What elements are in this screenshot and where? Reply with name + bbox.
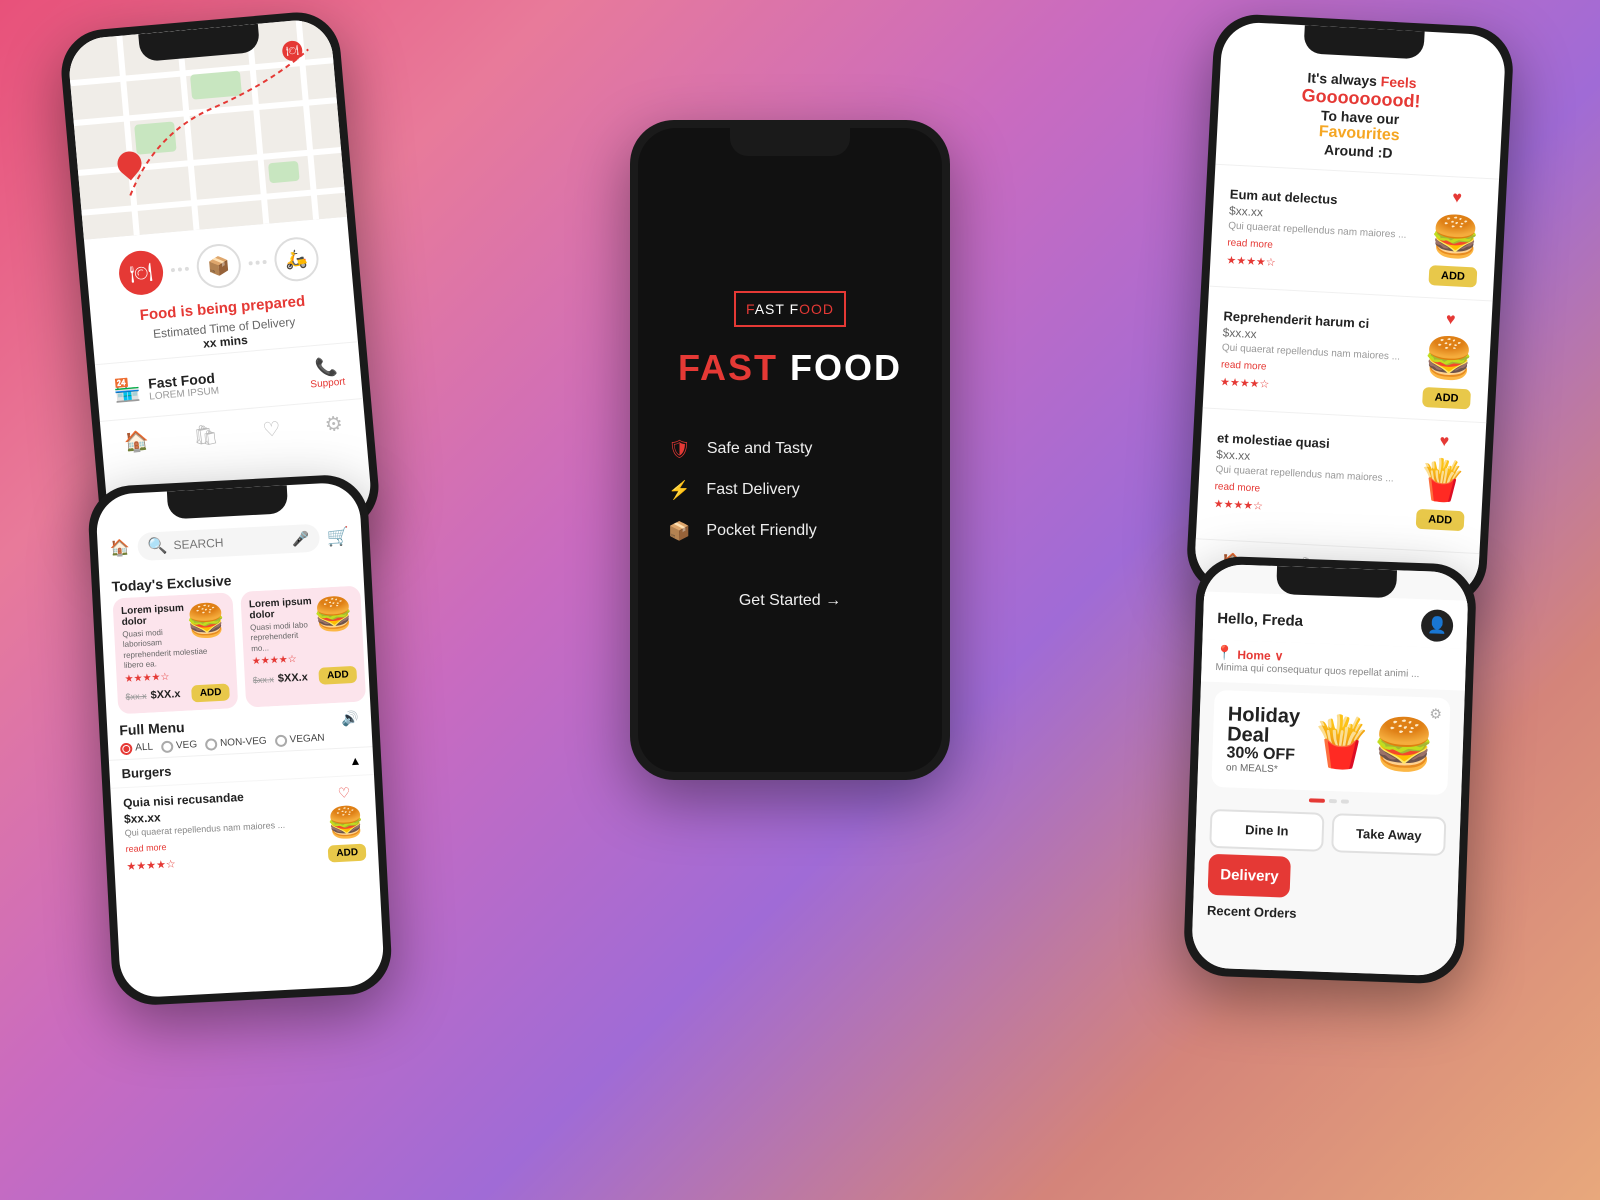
notch5 (1276, 566, 1397, 598)
mic-icon[interactable]: 🎤 (291, 530, 309, 548)
burger-img-2: 🍔 (313, 594, 355, 634)
splash-features: 🛡 Safe and Tasty ⚡ Fast Delivery 📦 Pocke… (668, 439, 912, 542)
dot-2 (1329, 799, 1337, 803)
phone-home: Hello, Freda 👤 📍 Home ∨ Minima qui conse… (1183, 555, 1477, 985)
location-label[interactable]: Home ∨ (1237, 645, 1284, 663)
exclusive-card-1: 🍔 Lorem ipsum dolor Quasi modi laboriosa… (112, 592, 238, 714)
splash-content: FAST FOOD FAST FOOD 🛡 Safe and Tasty ⚡ F… (638, 128, 942, 772)
nav-bag-icon[interactable]: 🛍 (192, 422, 219, 449)
expand-icon[interactable]: ▲ (349, 754, 362, 769)
support-label: Support (310, 376, 346, 390)
add-food-3[interactable]: ADD (1416, 509, 1465, 531)
nav-settings-icon[interactable]: ⚙ (324, 411, 344, 437)
shield-icon: 🛡 (668, 439, 691, 460)
food-img-1: 🍔 (1429, 212, 1481, 262)
splash-title: FAST FOOD (678, 347, 902, 389)
greeting-text: Hello, Freda (1217, 609, 1303, 629)
holiday-banner: HolidayDeal 30% OFF on MEALS* 🍟🍔 ⚙ (1211, 690, 1450, 795)
food-item-2: Reprehenderit harum ci $xx.xx Qui quaera… (1203, 286, 1493, 423)
dine-in-button[interactable]: Dine In (1209, 809, 1324, 852)
exclusive-card-2: 🍔 Lorem ipsum dolor Quasi modi labo repr… (240, 586, 366, 708)
feature-fast: ⚡ Fast Delivery (668, 480, 912, 501)
dot-3 (1341, 799, 1349, 803)
foodlist-content: It's always Feels Gooooooood! To have ou… (1193, 21, 1506, 599)
phone-splash: FAST FOOD FAST FOOD 🛡 Safe and Tasty ⚡ F… (630, 120, 950, 780)
splash-logo: FAST FOOD (734, 291, 846, 327)
phone1-screen: 🍽 🍽 📦 🛵 Food is being prepared Estimated… (67, 17, 374, 542)
menu-item-row: Quia nisi recusandae $xx.xx Qui quaerat … (110, 774, 379, 882)
cart-icon-menu[interactable]: 🛒 (327, 526, 350, 548)
burger-img-1: 🍔 (185, 601, 227, 641)
menu-content: 🏠 🔍 🎤 🛒 Today's Exclusive 🍔 Lorem ipsum … (95, 481, 385, 998)
search-input[interactable] (173, 532, 286, 552)
home-content: Hello, Freda 👤 📍 Home ∨ Minima qui conse… (1191, 564, 1469, 977)
phone-menu: 🏠 🔍 🎤 🛒 Today's Exclusive 🍔 Lorem ipsum … (87, 473, 394, 1007)
add-food-2[interactable]: ADD (1422, 387, 1471, 409)
exclusive-cards: 🍔 Lorem ipsum dolor Quasi modi laboriosa… (100, 585, 370, 714)
restaurant-info: 🏪 Fast Food LOREM IPSUM (112, 369, 219, 405)
filter-vegan[interactable]: VEGAN (274, 732, 325, 747)
step-restaurant: 🍽 (117, 249, 165, 297)
food-item-1: Eum aut delectus $xx.xx Qui quaerat repe… (1209, 164, 1499, 301)
get-started-button[interactable]: Get Started → (739, 592, 841, 610)
phone-foodlist: It's always Feels Gooooooood! To have ou… (1185, 13, 1515, 608)
promo-header: It's always Feels Gooooooood! To have ou… (1215, 53, 1504, 179)
nav-home-icon[interactable]: 🏠 (123, 428, 150, 455)
food-item-3: et molestiae quasi $xx.xx Qui quaerat re… (1196, 407, 1486, 544)
search-icon: 🔍 (147, 536, 168, 557)
step-dots-1 (171, 267, 189, 273)
banner-text: HolidayDeal 30% OFF on MEALS* (1226, 704, 1301, 775)
take-away-button[interactable]: Take Away (1331, 813, 1446, 856)
recent-orders-title: Recent Orders (1193, 894, 1458, 930)
step-dots-2 (248, 260, 266, 266)
food-img-3: 🍟 (1416, 456, 1468, 506)
phone-tracking: 🍽 🍽 📦 🛵 Food is being prepared Estimated… (58, 9, 382, 551)
phone4-screen: It's always Feels Gooooooood! To have ou… (1193, 21, 1506, 599)
phone-icon: 📞 (314, 356, 338, 379)
filter-all[interactable]: ALL (120, 741, 153, 755)
location-pin-icon: 📍 (1216, 644, 1234, 662)
phone5-screen: Hello, Freda 👤 📍 Home ∨ Minima qui conse… (1191, 564, 1469, 977)
feature-pocket: 📦 Pocket Friendly (668, 521, 912, 542)
dot-1 (1309, 798, 1325, 803)
filter-veg[interactable]: VEG (161, 739, 198, 753)
heart-icon-3[interactable]: ♥ (1439, 433, 1449, 451)
add-button-1[interactable]: ADD (191, 683, 230, 702)
search-bar[interactable]: 🔍 🎤 (137, 524, 320, 561)
food-img-2: 🍔 (1423, 334, 1475, 384)
support-button[interactable]: 📞 Support (308, 356, 346, 391)
heart-icon-1[interactable]: ♥ (1452, 189, 1462, 207)
home-icon-menu[interactable]: 🏠 (109, 538, 130, 559)
favorite-icon[interactable]: ♡ (337, 784, 350, 802)
notch2 (730, 128, 850, 156)
banner-food-image: 🍟🍔 (1309, 712, 1435, 775)
filter-nonveg[interactable]: NON-VEG (205, 735, 267, 750)
box-icon: 📦 (668, 521, 690, 542)
heart-icon-2[interactable]: ♥ (1445, 311, 1455, 329)
lightning-icon: ⚡ (668, 480, 690, 501)
gear-icon-banner[interactable]: ⚙ (1429, 705, 1442, 722)
food-image-menu: 🍔 (326, 804, 365, 841)
add-food-1[interactable]: ADD (1429, 265, 1478, 287)
location-row: 📍 Home ∨ Minima qui consequatur quos rep… (1201, 639, 1466, 690)
order-type-row: Dine In Take Away (1195, 802, 1461, 862)
add-button-2[interactable]: ADD (319, 666, 358, 685)
phone2-screen: FAST FOOD FAST FOOD 🛡 Safe and Tasty ⚡ F… (638, 128, 942, 772)
restaurant-icon: 🏪 (112, 376, 142, 404)
deal-title: HolidayDeal (1227, 704, 1301, 746)
delivery-button[interactable]: Delivery (1208, 854, 1292, 898)
phone3-screen: 🏠 🔍 🎤 🛒 Today's Exclusive 🍔 Lorem ipsum … (95, 481, 385, 998)
volume-icon: 🔊 (341, 709, 359, 727)
add-menu-item-button[interactable]: ADD (328, 843, 367, 862)
step-package: 📦 (195, 242, 243, 290)
avatar[interactable]: 👤 (1421, 609, 1454, 642)
feature-safe: 🛡 Safe and Tasty (668, 439, 912, 460)
nav-heart-icon[interactable]: ♡ (262, 416, 282, 442)
step-delivery: 🛵 (273, 235, 321, 283)
